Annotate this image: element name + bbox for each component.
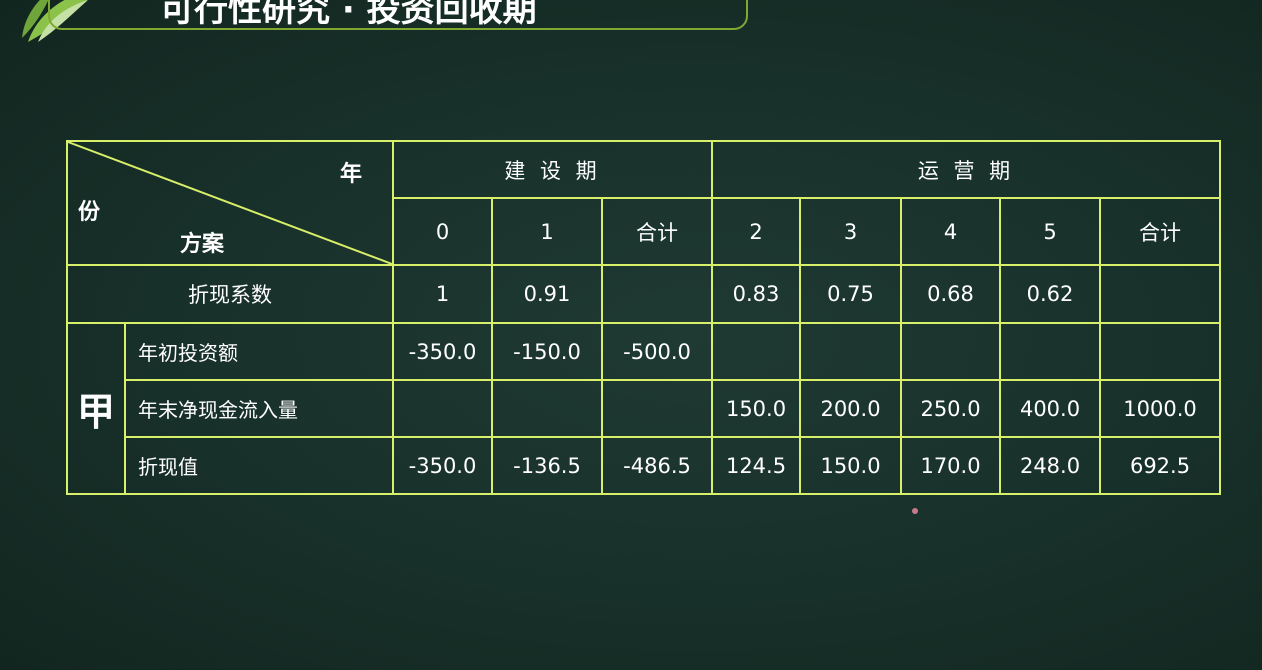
year-cell: 1	[491, 197, 603, 266]
table-row: 折现值 -350.0 -136.5 -486.5 124.5 150.0 170…	[67, 436, 1222, 495]
value-cell: -350.0	[392, 436, 493, 495]
value-cell: -350.0	[392, 322, 493, 381]
year-cell: 2	[711, 197, 802, 266]
value-cell	[711, 322, 802, 381]
row-label: 折现值	[124, 436, 394, 495]
year-cell: 合计	[1099, 197, 1222, 266]
year-cell: 4	[900, 197, 1002, 266]
npv-table: 年 份 方案 建 设 期 运 营 期 0 1 合计 2 3 4 5 合计 折现系…	[66, 140, 1222, 495]
value-cell	[900, 322, 1002, 381]
value-cell: 150.0	[799, 436, 903, 495]
value-cell: 248.0	[999, 436, 1102, 495]
year-cell: 0	[392, 197, 493, 266]
discount-cell: 1	[392, 264, 493, 324]
discount-cell	[600, 264, 714, 324]
corner-fen-label: 份	[78, 200, 101, 225]
operation-phase-header: 运 营 期	[711, 140, 1222, 199]
value-cell: 250.0	[900, 379, 1002, 438]
value-cell: -136.5	[491, 436, 603, 495]
corner-year-label: 年	[339, 162, 362, 187]
year-cell: 5	[999, 197, 1102, 266]
discount-cell: 0.83	[711, 264, 802, 324]
corner-header-cell: 年 份 方案	[66, 140, 394, 266]
value-cell: 1000.0	[1099, 379, 1222, 438]
value-cell	[1099, 322, 1222, 381]
plan-group-label: 甲	[66, 322, 126, 495]
table-row: 年末净现金流入量 150.0 200.0 250.0 400.0 1000.0	[67, 379, 1222, 438]
row-label: 年末净现金流入量	[124, 379, 394, 438]
construction-phase-header: 建 设 期	[391, 140, 714, 199]
page-title: 可行性研究 · 投资回收期	[160, 0, 537, 30]
corner-plan-label: 方案	[180, 232, 225, 257]
discount-cell: 0.62	[999, 264, 1102, 324]
value-cell	[999, 322, 1102, 381]
discount-cell: 0.68	[900, 264, 1002, 324]
year-cell: 3	[799, 197, 903, 266]
discount-cell: 0.91	[491, 264, 603, 324]
row-label: 年初投资额	[124, 322, 394, 381]
value-cell: 400.0	[999, 379, 1102, 438]
value-cell	[392, 379, 493, 438]
value-cell: -486.5	[600, 436, 714, 495]
value-cell: 124.5	[711, 436, 802, 495]
value-cell	[491, 379, 603, 438]
year-cell: 合计	[600, 197, 714, 266]
value-cell: 170.0	[900, 436, 1002, 495]
header-row-phases: 年 份 方案 建 设 期 运 营 期	[66, 140, 1222, 266]
value-cell: 150.0	[711, 379, 802, 438]
value-cell: -150.0	[491, 322, 603, 381]
discount-row: 折现系数 1 0.91 0.83 0.75 0.68 0.62	[66, 264, 1222, 324]
discount-cell	[1099, 264, 1222, 324]
discount-cell: 0.75	[799, 264, 903, 324]
pointer-dot	[912, 508, 918, 514]
discount-label: 折现系数	[66, 264, 394, 324]
value-cell: 200.0	[799, 379, 903, 438]
value-cell: 692.5	[1099, 436, 1222, 495]
value-cell: -500.0	[600, 322, 714, 381]
value-cell	[600, 379, 714, 438]
table-row: 甲 年初投资额 -350.0 -150.0 -500.0	[66, 322, 1222, 495]
value-cell	[799, 322, 903, 381]
